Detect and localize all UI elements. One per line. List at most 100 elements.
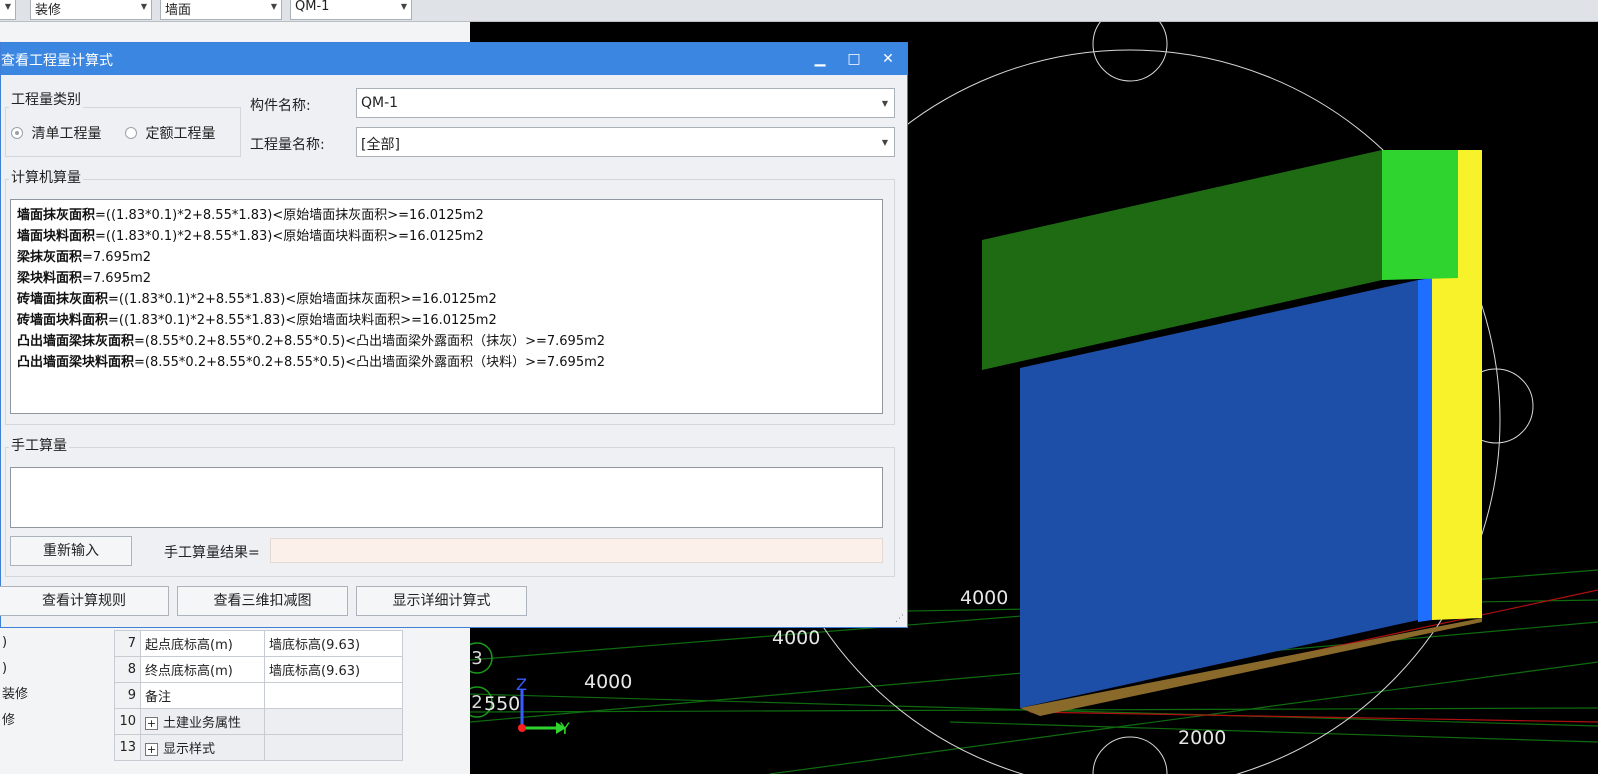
type-combo[interactable]: 墙面 ▼ — [160, 0, 282, 20]
formula-expr: =((1.83*0.1)*2+8.55*1.83)<原始墙面块料面积>=16.0… — [95, 229, 484, 244]
quantity-formula-dialog: 查看工程量计算式 ▁ □ ✕ 工程量类别 清单工程量 定额工程量 构件名称: Q… — [0, 42, 908, 628]
component-name-value: QM-1 — [361, 95, 399, 111]
radio-list-quantity[interactable]: 清单工程量 — [11, 123, 101, 143]
row-number: 10 — [114, 708, 141, 735]
dialog-title-bar[interactable]: 查看工程量计算式 ▁ □ ✕ — [1, 43, 907, 75]
formula-name: 凸出墙面梁块料面积 — [17, 355, 135, 370]
chevron-down-icon: ▼ — [4, 2, 11, 11]
formula-name: 凸出墙面梁抹灰面积 — [17, 334, 135, 349]
tree-item[interactable]: ) — [0, 656, 110, 682]
manual-calc-label: 手工算量 — [9, 435, 69, 455]
formula-name: 梁块料面积 — [17, 271, 83, 286]
dimension-label: 4000 — [584, 671, 632, 693]
formula-line: 砖墙面抹灰面积=((1.83*0.1)*2+8.55*1.83)<原始墙面抹灰面… — [17, 289, 876, 310]
property-group[interactable]: + 土建业务属性 — [140, 708, 265, 735]
property-group-label: 显示样式 — [163, 742, 216, 757]
resize-grip-icon[interactable]: ⋰ — [895, 614, 904, 624]
show-detail-formula-button[interactable]: 显示详细计算式 — [356, 586, 527, 616]
manual-result-field[interactable] — [270, 538, 883, 563]
formula-name: 墙面块料面积 — [17, 229, 96, 244]
formula-line: 凸出墙面梁块料面积=(8.55*0.2+8.55*0.2+8.55*0.5)<凸… — [17, 352, 876, 373]
property-value[interactable] — [264, 682, 403, 709]
radio-list-label: 清单工程量 — [31, 126, 102, 142]
manual-formula-input[interactable] — [10, 467, 883, 528]
tree-item[interactable]: 修 — [0, 708, 110, 734]
property-name: 起点底标高(m) — [140, 630, 265, 657]
formula-expr: =(8.55*0.2+8.55*0.2+8.55*0.5)<凸出墙面梁外露面积（… — [134, 355, 606, 370]
minimize-icon[interactable]: ▁ — [809, 49, 831, 69]
dialog-title: 查看工程量计算式 — [1, 53, 113, 69]
property-value — [264, 734, 403, 761]
radio-selected-icon[interactable] — [11, 127, 23, 139]
computer-formula-textarea[interactable]: 墙面抹灰面积=((1.83*0.1)*2+8.55*1.83)<原始墙面抹灰面积… — [10, 199, 883, 414]
formula-expr: =((1.83*0.1)*2+8.55*1.83)<原始墙面抹灰面积>=16.0… — [108, 292, 497, 307]
property-value[interactable]: 墙底标高(9.63) — [264, 656, 403, 683]
row-number: 7 — [114, 630, 141, 657]
manual-result-label: 手工算量结果= — [164, 545, 260, 561]
property-group[interactable]: + 显示样式 — [140, 734, 265, 761]
formula-expr: =((1.83*0.1)*2+8.55*1.83)<原始墙面块料面积>=16.0… — [108, 313, 497, 328]
view-3d-deduction-button[interactable]: 查看三维扣减图 — [177, 586, 348, 616]
row-number: 13 — [114, 734, 141, 761]
chevron-down-icon: ▼ — [140, 2, 147, 11]
property-value — [264, 708, 403, 735]
close-icon[interactable]: ✕ — [877, 49, 899, 69]
dimension-label: 4000 — [960, 587, 1008, 609]
row-number: 8 — [114, 656, 141, 683]
quantity-name-value: [全部] — [361, 137, 400, 153]
formula-line: 梁抹灰面积=7.695m2 — [17, 247, 876, 268]
property-name: 终点底标高(m) — [140, 656, 265, 683]
chevron-down-icon: ▼ — [881, 99, 888, 108]
table-row: 9 备注 — [114, 682, 403, 709]
dimension-label: 2000 — [1178, 727, 1226, 749]
tree-item[interactable]: ) — [0, 630, 110, 656]
formula-name: 墙面抹灰面积 — [17, 208, 96, 223]
formula-expr: =7.695m2 — [82, 271, 152, 286]
radio-unselected-icon[interactable] — [125, 127, 137, 139]
quantity-name-select[interactable]: [全部] ▼ — [356, 127, 895, 157]
top-toolbar: ▼ 装修 ▼ 墙面 ▼ QM-1 ▼ — [0, 0, 1598, 22]
maximize-icon[interactable]: □ — [843, 49, 865, 69]
category-combo[interactable]: 装修 ▼ — [30, 0, 152, 20]
tree-item[interactable]: 装修 — [0, 682, 110, 708]
expand-icon[interactable]: + — [145, 717, 158, 730]
property-name: 备注 — [140, 682, 265, 709]
property-group-label: 土建业务属性 — [163, 716, 242, 731]
formula-line: 梁块料面积=7.695m2 — [17, 268, 876, 289]
formula-expr: =7.695m2 — [82, 250, 152, 265]
row-number: 9 — [114, 682, 141, 709]
formula-expr: =(8.55*0.2+8.55*0.2+8.55*0.5)<凸出墙面梁外露面积（… — [134, 334, 606, 349]
chevron-down-icon: ▼ — [400, 2, 407, 11]
component-combo[interactable]: QM-1 ▼ — [290, 0, 412, 20]
chevron-down-icon: ▼ — [270, 2, 277, 11]
axis-label: 3 — [471, 648, 482, 669]
reinput-button[interactable]: 重新输入 — [10, 536, 132, 566]
chevron-down-icon: ▼ — [881, 138, 888, 147]
view-rules-button[interactable]: 查看计算规则 — [0, 586, 169, 616]
formula-name: 梁抹灰面积 — [17, 250, 83, 265]
dimension-label: 550 — [484, 693, 520, 715]
formula-line: 砖墙面块料面积=((1.83*0.1)*2+8.55*1.83)<原始墙面块料面… — [17, 310, 876, 331]
component-name-label: 构件名称: — [250, 98, 311, 114]
table-row: 10 + 土建业务属性 — [114, 708, 403, 735]
y-axis-label: Y — [559, 719, 570, 738]
property-value[interactable]: 墙底标高(9.63) — [264, 630, 403, 657]
z-axis-label: Z — [516, 675, 527, 694]
radio-quota-label: 定额工程量 — [145, 126, 216, 142]
formula-expr: =((1.83*0.1)*2+8.55*1.83)<原始墙面抹灰面积>=16.0… — [95, 208, 484, 223]
component-tree: ) ) 装修 修 — [0, 630, 110, 734]
property-table: 7 起点底标高(m) 墙底标高(9.63) 8 终点底标高(m) 墙底标高(9.… — [114, 630, 403, 761]
component-name-select[interactable]: QM-1 ▼ — [356, 88, 895, 118]
radio-quota-quantity[interactable]: 定额工程量 — [125, 123, 215, 143]
table-row: 7 起点底标高(m) 墙底标高(9.63) — [114, 630, 403, 657]
expand-icon[interactable]: + — [145, 743, 158, 756]
toolbar-combo-0[interactable]: ▼ — [0, 0, 16, 20]
category-combo-value: 装修 — [35, 3, 62, 18]
table-row: 8 终点底标高(m) 墙底标高(9.63) — [114, 656, 403, 683]
computer-calc-label: 计算机算量 — [9, 167, 83, 187]
component-combo-value: QM-1 — [295, 0, 330, 14]
formula-line: 墙面块料面积=((1.83*0.1)*2+8.55*1.83)<原始墙面块料面积… — [17, 226, 876, 247]
type-combo-value: 墙面 — [165, 3, 192, 18]
axis-label: 2 — [471, 692, 482, 713]
formula-line: 墙面抹灰面积=((1.83*0.1)*2+8.55*1.83)<原始墙面抹灰面积… — [17, 205, 876, 226]
